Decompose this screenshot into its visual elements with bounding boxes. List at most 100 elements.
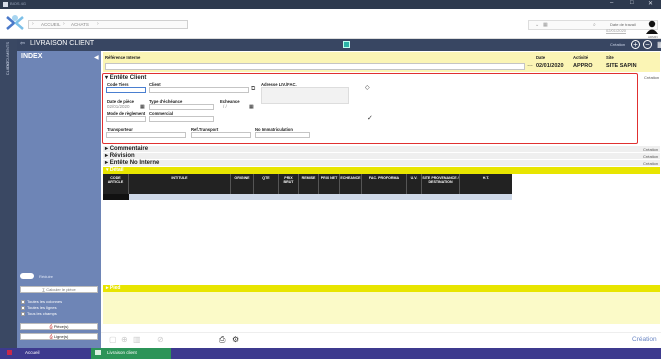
site-value[interactable]: SITE SAPIN — [606, 63, 637, 69]
breadcrumb: › ACCUEIL › ACHATS › — [28, 20, 188, 29]
table-row[interactable] — [129, 194, 512, 200]
col-header-intitule[interactable]: INTITULE — [129, 174, 231, 194]
chevron-right-icon: › — [63, 21, 65, 27]
page-header-bar: ⇦ LIVRAISON CLIENT Création + − ▦ — [17, 39, 661, 51]
check-all-columns[interactable]: Toutes les colonnes — [21, 299, 62, 304]
col-header-prix-brut[interactable]: PRIX BRUT — [279, 174, 299, 194]
minimize-button[interactable]: – — [610, 0, 613, 6]
detail-title-text: Détail — [109, 167, 124, 173]
lignes-button-label: Ligne(s) — [53, 334, 69, 339]
date-value[interactable]: 02/01/2020 — [536, 63, 564, 69]
print-icon[interactable]: ⎙ — [219, 335, 225, 345]
col-header-fac-proforma[interactable]: FAC. PROFORMA — [362, 174, 407, 194]
index-panel: INDEX ◀ Réduire ∑ Calculer le pièce Tout… — [17, 51, 101, 348]
company-logo — [6, 13, 24, 31]
section-commentaire[interactable]: ▸ Commentaire Création — [103, 146, 660, 152]
document-icon[interactable]: ▢ — [109, 335, 117, 344]
pieces-button[interactable]: ⎙ Pièce(s) — [20, 323, 98, 330]
col-header-remise[interactable]: REMISE — [299, 174, 319, 194]
date-input[interactable]: 02/01/2020 — [606, 28, 627, 34]
checkbox[interactable] — [21, 305, 25, 310]
check-all-lines[interactable]: Toutes les lignes — [21, 305, 57, 310]
table-row-selector[interactable] — [103, 194, 129, 200]
breadcrumb-item-accueil[interactable]: ACCUEIL — [41, 22, 61, 27]
validate-icon[interactable]: ⊘ — [157, 335, 164, 344]
checkbox[interactable] — [21, 311, 25, 316]
pied-title-text: Pied — [109, 285, 121, 291]
date-piece-value[interactable]: 02/01/2020 — [107, 104, 130, 109]
toggle-switch[interactable] — [20, 273, 34, 279]
checkbox[interactable] — [21, 299, 25, 304]
status-tab-livraison-label: Livraison client — [107, 350, 137, 355]
detail-table-header: CODE ARTICLE INTITULE ORIGINE QTE PRIX B… — [103, 174, 512, 194]
chevron-right-icon: › — [97, 21, 99, 27]
add-icon[interactable]: + — [631, 40, 640, 49]
side-tab-client[interactable]: CLIENT — [5, 61, 10, 75]
section-creation: Création — [643, 147, 659, 152]
commercial-input[interactable] — [149, 116, 214, 122]
delete-icon[interactable]: ▥ — [133, 335, 141, 344]
settings-icon[interactable]: ⚙ — [232, 335, 239, 344]
app-title: BIOS 4G — [10, 1, 27, 6]
chevron-down-icon[interactable]: ⌄ — [535, 22, 539, 28]
calendar-icon[interactable]: ▦ — [140, 104, 145, 110]
mode-reglement-input[interactable] — [106, 116, 146, 122]
breadcrumb-item-achats[interactable]: ACHATS — [71, 22, 89, 27]
activite-value[interactable]: APPRO — [573, 63, 593, 69]
type-echeance-input[interactable] — [149, 104, 214, 110]
check-all-fields[interactable]: Tous les champs — [21, 311, 57, 316]
grid-menu-icon[interactable]: ▦ — [657, 40, 661, 49]
immat-input[interactable] — [255, 132, 310, 138]
col-header-qte[interactable]: QTE — [254, 174, 279, 194]
col-header-ht[interactable]: H.T. — [460, 174, 512, 194]
col-header-site[interactable]: SITE PROVENANCE / DESTINATION — [422, 174, 460, 194]
arrow-icon[interactable]: ⇦ — [20, 40, 25, 47]
swap-diamond-icon[interactable]: ◇ — [365, 84, 370, 91]
adresse-box[interactable] — [261, 87, 349, 104]
detail-bar[interactable]: ▾ Détail — [103, 167, 660, 174]
status-tab-livraison[interactable]: Livraison client — [91, 348, 171, 359]
col-header-prix-net[interactable]: PRIX NET — [319, 174, 340, 194]
copy-icon[interactable]: ⧉ — [251, 86, 255, 93]
close-button[interactable]: ✕ — [648, 0, 653, 7]
pied-bar[interactable]: ▸ Pied — [103, 285, 660, 292]
col-header-origine[interactable]: ORIGINE — [231, 174, 254, 194]
ref-transport-input[interactable] — [191, 132, 251, 138]
ref-label: Référence Interne — [105, 55, 141, 60]
search-icon[interactable]: ⌕ — [593, 22, 596, 28]
lignes-button[interactable]: ⎙ Ligne(s) — [20, 333, 98, 340]
col-header-uv[interactable]: U.V. — [407, 174, 422, 194]
page-title: LIVRAISON CLIENT — [30, 40, 95, 47]
home-icon[interactable] — [7, 350, 12, 355]
user-avatar-icon[interactable] — [646, 20, 658, 35]
check-label: Tous les champs — [27, 311, 57, 316]
calendar-icon[interactable]: ▦ — [543, 22, 548, 28]
calculate-button[interactable]: ∑ Calculer le pièce — [20, 286, 98, 293]
status-square-icon[interactable] — [343, 41, 350, 48]
echeance-value[interactable]: / / — [223, 104, 227, 109]
transporteur-input[interactable] — [106, 132, 186, 138]
maximize-button[interactable]: □ — [630, 0, 634, 6]
add-circle-icon[interactable]: ⊕ — [121, 335, 128, 344]
chevron-right-icon: › — [32, 21, 34, 27]
search-area[interactable]: ⌄ ▦ ⌕ — [528, 20, 658, 30]
date-label: Date de travail — [610, 22, 636, 27]
print-icon: ⎙ — [49, 324, 53, 329]
toggle-label: Réduire — [39, 274, 54, 279]
ref-input[interactable] — [105, 63, 525, 70]
code-tiers-input[interactable] — [106, 87, 146, 93]
index-title: INDEX — [21, 53, 43, 60]
collapse-arrow-icon[interactable]: ◀ — [94, 54, 99, 61]
calendar-icon[interactable]: ▦ — [249, 104, 254, 110]
entete-client-section: ▾ Entête Client Code Tiers Client ⧉ Adre… — [102, 73, 638, 144]
remove-icon[interactable]: − — [643, 40, 652, 49]
status-tab-accueil[interactable]: Accueil — [25, 350, 40, 355]
client-input[interactable] — [149, 87, 249, 93]
col-header-echeance[interactable]: ECHEANCE — [340, 174, 362, 194]
col-header-code-article[interactable]: CODE ARTICLE — [103, 174, 129, 194]
entete-client-title[interactable]: ▾ Entête Client — [105, 74, 146, 81]
section-revision[interactable]: ▸ Révision Création — [103, 153, 660, 159]
section-entete-no-interne[interactable]: ▸ Entête No Interne Création — [103, 160, 660, 166]
ellipsis-icon[interactable]: … — [527, 62, 533, 68]
check-circle-icon[interactable]: ✓ — [367, 114, 373, 122]
